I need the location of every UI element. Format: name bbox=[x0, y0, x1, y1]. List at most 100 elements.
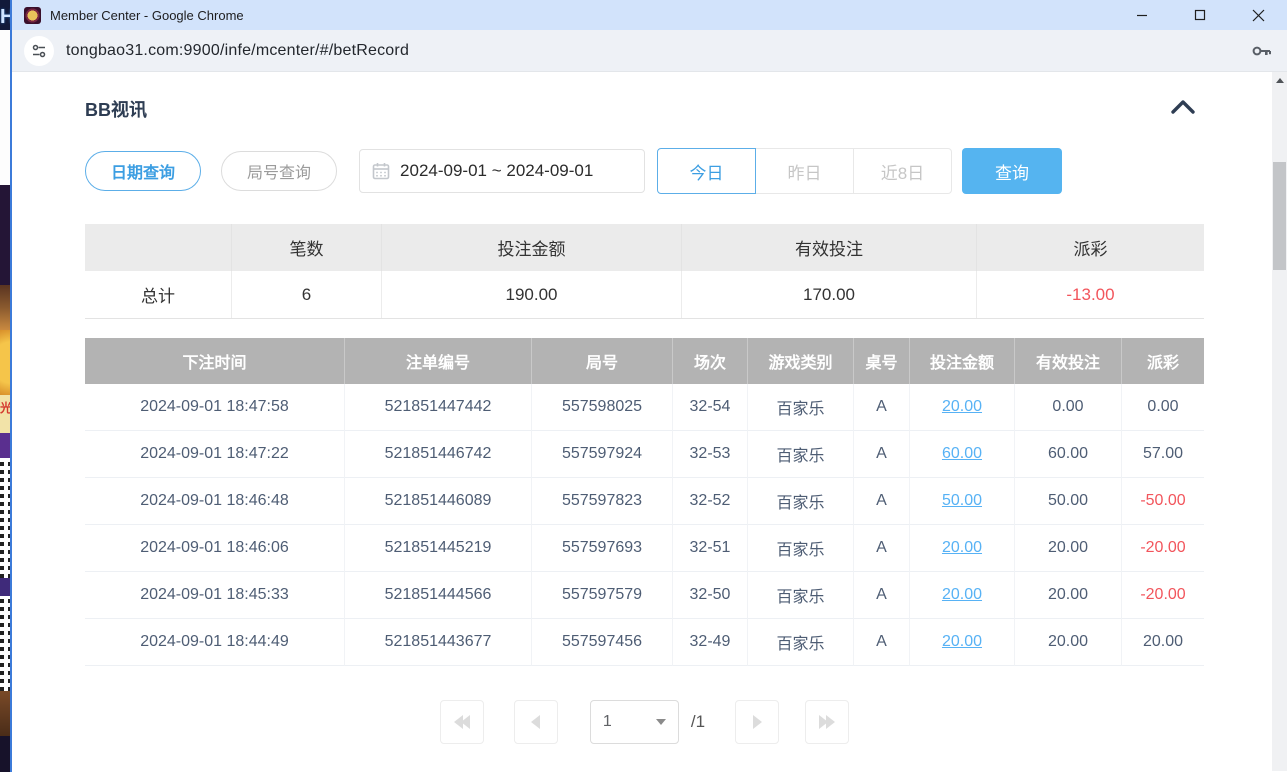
summary-value-cell: 6 bbox=[232, 271, 382, 318]
cell-round-id: 557597579 bbox=[532, 572, 673, 619]
cell-game-type: 百家乐 bbox=[748, 478, 854, 525]
bg-segment bbox=[0, 130, 10, 185]
cell-round-id: 557597823 bbox=[532, 478, 673, 525]
cell-table-id: A bbox=[854, 478, 910, 525]
page-title: BB视讯 bbox=[85, 96, 147, 122]
cell-session: 32-51 bbox=[673, 525, 748, 572]
cell-valid-bet: 60.00 bbox=[1015, 431, 1122, 478]
scroll-up-button[interactable] bbox=[1272, 72, 1287, 88]
bg-segment bbox=[0, 578, 10, 596]
cell-table-id: A bbox=[854, 384, 910, 431]
last-page-button[interactable] bbox=[805, 700, 849, 744]
url-text[interactable]: tongbao31.com:9900/infe/mcenter/#/betRec… bbox=[66, 42, 409, 60]
prev-page-button[interactable] bbox=[514, 700, 558, 744]
cell-round-id: 557597456 bbox=[532, 619, 673, 666]
maximize-button[interactable] bbox=[1171, 0, 1229, 30]
screen: H 程 光 Member Center - Google Chrome bbox=[0, 0, 1287, 772]
double-chevron-right-icon bbox=[819, 715, 835, 729]
cell-bet-time: 2024-09-01 18:47:58 bbox=[85, 384, 345, 431]
site-settings-button[interactable] bbox=[24, 36, 54, 66]
table-row: 2024-09-01 18:47:58521851447442557598025… bbox=[85, 384, 1204, 431]
password-manager-button[interactable] bbox=[1249, 39, 1273, 63]
page-content: BB视讯 日期查询 局号查询 bbox=[12, 72, 1287, 771]
quick-date-button-0[interactable]: 今日 bbox=[657, 148, 756, 194]
bg-segment bbox=[0, 691, 10, 736]
cell-bet-amount[interactable]: 20.00 bbox=[910, 572, 1015, 619]
date-range-input[interactable]: 2024-09-01 ~ 2024-09-01 bbox=[359, 149, 645, 193]
cell-table-id: A bbox=[854, 431, 910, 478]
column-header: 投注金额 bbox=[910, 338, 1015, 384]
cell-bet-amount[interactable]: 20.00 bbox=[910, 619, 1015, 666]
cell-bet-amount[interactable]: 20.00 bbox=[910, 525, 1015, 572]
cell-table-id: A bbox=[854, 525, 910, 572]
chevron-left-icon bbox=[531, 715, 540, 729]
cell-payout: 20.00 bbox=[1122, 619, 1204, 666]
favicon-icon bbox=[24, 7, 41, 24]
column-header: 游戏类别 bbox=[748, 338, 854, 384]
calendar-icon bbox=[372, 162, 390, 180]
table-body: 2024-09-01 18:47:58521851447442557598025… bbox=[85, 384, 1204, 666]
summary-value-cell: 170.00 bbox=[682, 271, 977, 318]
summary-header-cell: 派彩 bbox=[977, 224, 1204, 271]
bg-segment: 光 bbox=[0, 395, 10, 433]
page-select[interactable]: 1 bbox=[590, 700, 679, 744]
bg-text-glyph: 光 bbox=[0, 399, 10, 416]
round-query-tab[interactable]: 局号查询 bbox=[221, 151, 337, 191]
scrollbar-thumb[interactable] bbox=[1273, 162, 1286, 270]
scroll-up-arrow-icon bbox=[1276, 78, 1284, 83]
column-header: 局号 bbox=[532, 338, 673, 384]
table-row: 2024-09-01 18:46:48521851446089557597823… bbox=[85, 478, 1204, 525]
pagination: 1 /1 bbox=[85, 700, 1204, 744]
cell-payout: -50.00 bbox=[1122, 478, 1204, 525]
summary-total-row: 总计6190.00170.00-13.00 bbox=[85, 271, 1204, 318]
window-titlebar[interactable]: Member Center - Google Chrome bbox=[12, 0, 1287, 30]
quick-date-button-1[interactable]: 昨日 bbox=[755, 148, 854, 194]
vertical-scrollbar[interactable] bbox=[1272, 72, 1287, 771]
first-page-button[interactable] bbox=[440, 700, 484, 744]
summary-value-cell: 190.00 bbox=[382, 271, 682, 318]
cell-valid-bet: 20.00 bbox=[1015, 619, 1122, 666]
minimize-button[interactable] bbox=[1113, 0, 1171, 30]
cell-round-id: 557597924 bbox=[532, 431, 673, 478]
cell-table-id: A bbox=[854, 619, 910, 666]
cell-game-type: 百家乐 bbox=[748, 431, 854, 478]
cell-bet-time: 2024-09-01 18:46:48 bbox=[85, 478, 345, 525]
bg-segment bbox=[0, 285, 10, 330]
next-page-button[interactable] bbox=[735, 700, 779, 744]
cell-game-type: 百家乐 bbox=[748, 572, 854, 619]
cell-table-id: A bbox=[854, 572, 910, 619]
cell-bet-amount[interactable]: 20.00 bbox=[910, 384, 1015, 431]
bg-segment bbox=[0, 330, 10, 395]
collapse-panel-button[interactable] bbox=[1170, 99, 1196, 120]
search-button[interactable]: 查询 bbox=[962, 148, 1062, 194]
background-window-strip: H 程 光 bbox=[0, 0, 10, 772]
chevron-right-icon bbox=[753, 715, 762, 729]
cell-bet-amount[interactable]: 50.00 bbox=[910, 478, 1015, 525]
table-row: 2024-09-01 18:46:06521851445219557597693… bbox=[85, 525, 1204, 572]
cell-bet-time: 2024-09-01 18:47:22 bbox=[85, 431, 345, 478]
summary-header-cell: 笔数 bbox=[232, 224, 382, 271]
column-header: 场次 bbox=[673, 338, 748, 384]
cell-bet-time: 2024-09-01 18:46:06 bbox=[85, 525, 345, 572]
quick-date-group: 今日昨日近8日 bbox=[657, 148, 952, 194]
page-select-value: 1 bbox=[603, 713, 612, 731]
bg-segment bbox=[0, 433, 10, 458]
quick-date-button-2[interactable]: 近8日 bbox=[853, 148, 952, 194]
tune-icon bbox=[31, 43, 47, 59]
bg-segment bbox=[0, 736, 10, 772]
maximize-icon bbox=[1194, 9, 1206, 21]
cell-session: 32-54 bbox=[673, 384, 748, 431]
cell-bet-amount[interactable]: 60.00 bbox=[910, 431, 1015, 478]
cell-ticket-id: 521851445219 bbox=[345, 525, 532, 572]
bg-logo-glyph: H bbox=[0, 6, 10, 29]
summary-header-cell: 投注金额 bbox=[382, 224, 682, 271]
bg-segment: H bbox=[0, 0, 10, 30]
cell-valid-bet: 20.00 bbox=[1015, 525, 1122, 572]
cell-bet-time: 2024-09-01 18:44:49 bbox=[85, 619, 345, 666]
cell-round-id: 557597693 bbox=[532, 525, 673, 572]
close-button[interactable] bbox=[1229, 0, 1287, 30]
summary-value-cell: 总计 bbox=[85, 271, 232, 318]
url-bar: tongbao31.com:9900/infe/mcenter/#/betRec… bbox=[12, 30, 1287, 72]
date-query-tab[interactable]: 日期查询 bbox=[85, 151, 201, 191]
chevron-up-icon bbox=[1170, 99, 1196, 115]
